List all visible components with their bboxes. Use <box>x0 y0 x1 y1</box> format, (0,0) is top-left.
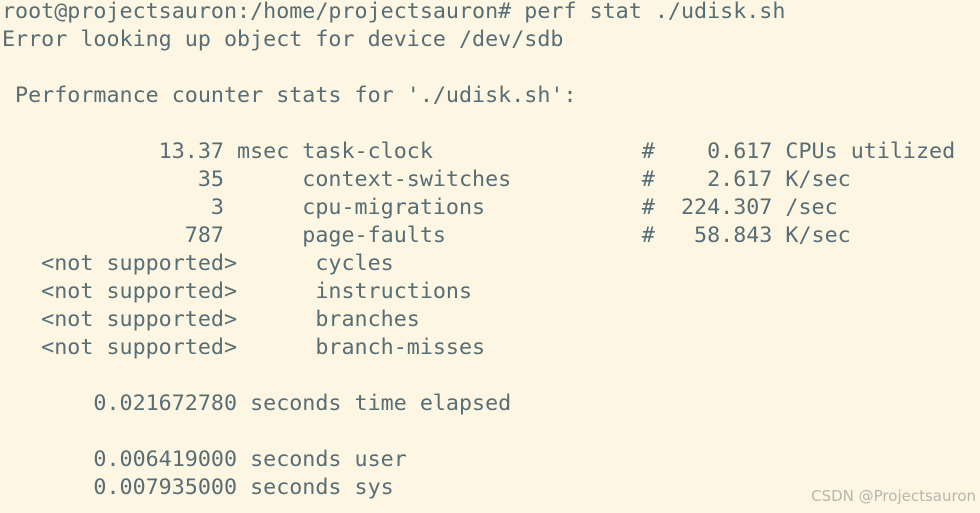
error-message: Error looking up object for device /dev/… <box>2 27 564 52</box>
stat-line-cpu-migrations: 3 cpu-migrations # 224.307 /sec <box>2 195 838 220</box>
time-user-line: 0.006419000 seconds user <box>2 447 407 472</box>
terminal-output[interactable]: root@projectsauron:/home/projectsauron# … <box>0 0 980 513</box>
time-sys-line: 0.007935000 seconds sys <box>2 475 394 500</box>
stat-line-task-clock: 13.37 msec task-clock # 0.617 CPUs utili… <box>2 139 956 164</box>
time-elapsed-line: 0.021672780 seconds time elapsed <box>2 391 512 416</box>
command-prompt-line: root@projectsauron:/home/projectsauron# … <box>2 0 786 24</box>
stats-header: Performance counter stats for './udisk.s… <box>2 83 577 108</box>
watermark: CSDN @Projectsauron <box>811 487 976 505</box>
stat-line-context-switches: 35 context-switches # 2.617 K/sec <box>2 167 851 192</box>
stat-line-branches: <not supported> branches <box>2 307 420 332</box>
stat-line-page-faults: 787 page-faults # 58.843 K/sec <box>2 223 851 248</box>
stat-line-branch-misses: <not supported> branch-misses <box>2 335 486 360</box>
stat-line-cycles: <not supported> cycles <box>2 251 394 276</box>
stat-line-instructions: <not supported> instructions <box>2 279 473 304</box>
